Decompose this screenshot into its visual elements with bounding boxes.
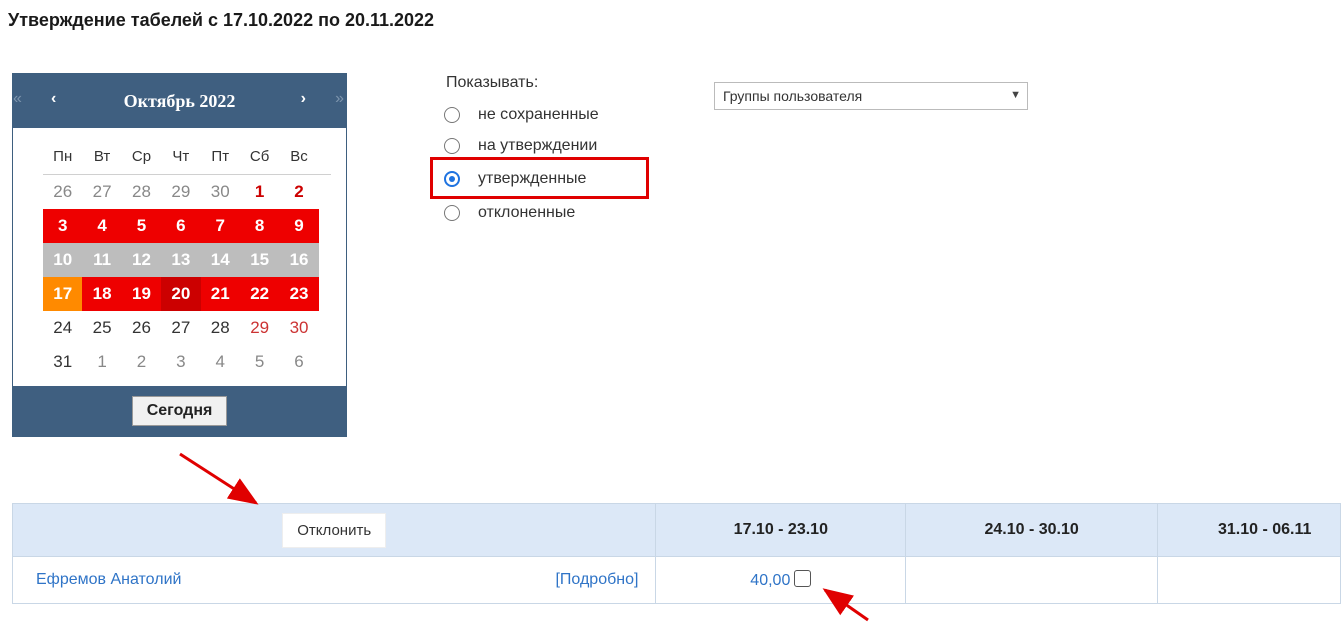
annotation-arrows [179,452,869,622]
arrow-to-checkbox-icon [822,588,869,622]
arrow-to-reject-icon [179,452,259,505]
